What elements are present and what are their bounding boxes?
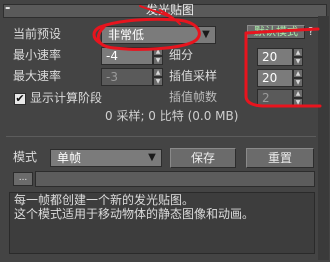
arrow-down-icon[interactable]: ▼ [293,78,303,87]
arrow-down-icon[interactable]: ▼ [153,77,163,86]
mode-label: 模式 [13,150,38,164]
stats-text: 0 采样; 0 比特 (0.0 MB) [105,109,239,123]
max-rate-spinner[interactable]: ▲ ▼ [153,68,163,86]
preset-dropdown[interactable]: 非常低 ▼ [101,26,216,44]
preset-label: 当前预设 [13,27,62,41]
interp-samples-label: 插值采样 [169,69,218,83]
arrow-up-icon[interactable]: ▲ [293,89,303,98]
min-rate-value: -4 [106,49,118,63]
reset-label: 重置 [267,151,292,165]
interp-samples-input[interactable]: 20 [257,69,293,87]
panel-scrollbar[interactable] [318,16,329,260]
help-icon[interactable]: ? [308,25,316,39]
browse-button[interactable]: ... [13,172,33,186]
subdivs-label: 细分 [169,48,194,62]
interp-samples-spinner[interactable]: ▲ ▼ [293,69,303,87]
preset-selected: 非常低 [108,28,145,42]
show-calc-checkbox[interactable]: ✔ [14,93,26,105]
arrow-up-icon[interactable]: ▲ [293,69,303,78]
collapse-icon[interactable]: - [5,2,15,16]
arrow-down-icon[interactable]: ▼ [153,56,163,65]
max-rate-label: 最大速率 [13,69,62,83]
interp-frames-value: 2 [262,91,270,105]
checkmark-icon: ✔ [15,92,25,105]
chevron-down-icon: ▼ [148,152,156,163]
max-rate-input[interactable]: -3 [101,68,153,86]
interp-frames-label: 插值帧数 [169,90,218,104]
subdivs-input[interactable]: 20 [257,48,293,66]
chevron-down-icon: ▼ [202,29,210,40]
interp-frames-spinner[interactable]: ▲ ▼ [293,89,303,107]
arrow-down-icon[interactable]: ▼ [293,57,303,66]
browse-label: ... [18,173,28,183]
save-button[interactable]: 保存 [170,148,236,168]
subdivs-spinner[interactable]: ▲ ▼ [293,48,303,66]
rollout-title: 发光贴图 [145,3,194,17]
interp-frames-input[interactable]: 2 [257,89,293,107]
min-rate-label: 最小速率 [13,48,62,62]
interp-samples-value: 20 [262,71,278,85]
arrow-up-icon[interactable]: ▲ [153,68,163,77]
subdivs-value: 20 [262,50,278,64]
min-rate-input[interactable]: -4 [101,47,153,65]
path-field[interactable] [35,171,315,187]
reset-button[interactable]: 重置 [246,148,314,168]
mode-selected: 单帧 [57,151,82,165]
show-calc-label: 显示计算阶段 [30,91,103,105]
mode-dropdown[interactable]: 单帧 ▼ [50,149,162,167]
min-rate-spinner[interactable]: ▲ ▼ [153,47,163,65]
default-mode-button[interactable]: 默认模式 [247,25,305,39]
arrow-up-icon[interactable]: ▲ [153,47,163,56]
arrow-up-icon[interactable]: ▲ [293,48,303,57]
max-rate-value: -3 [106,70,118,84]
section-divider [6,136,316,137]
description-text: 每一帧都创建一个新的发光贴图。 这个模式适用于移动物体的静态图像和动画。 [14,193,255,221]
default-mode-label: 默认模式 [254,25,298,38]
arrow-down-icon[interactable]: ▼ [293,98,303,107]
save-label: 保存 [190,151,215,165]
